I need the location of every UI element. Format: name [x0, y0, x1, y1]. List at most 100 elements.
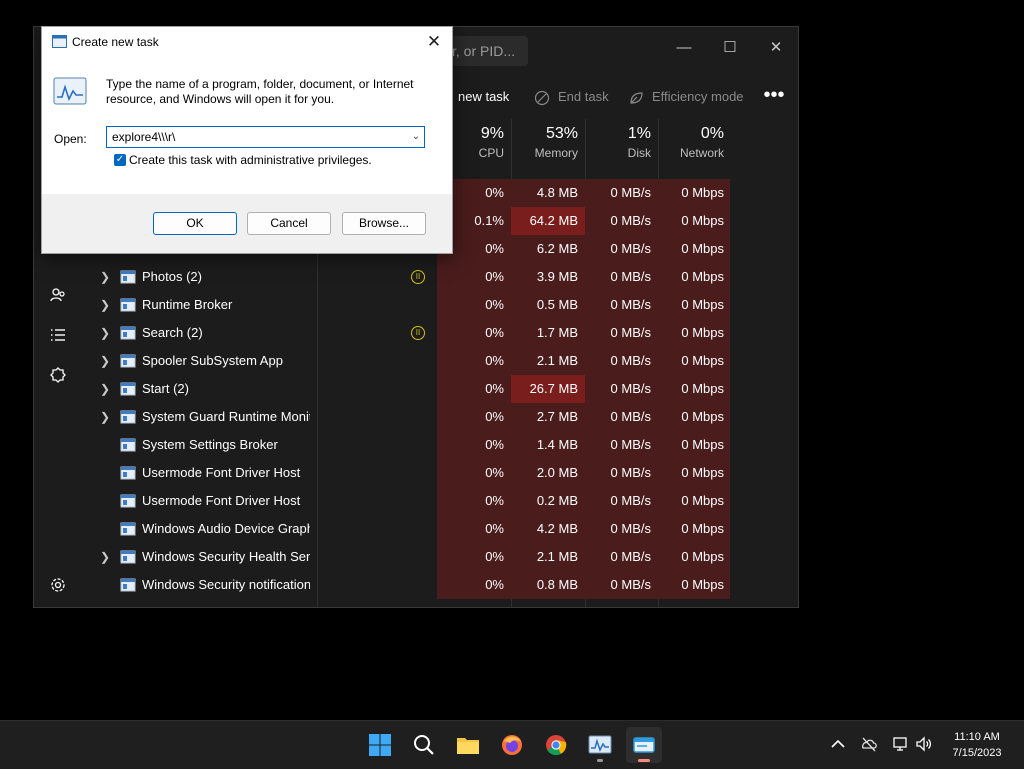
table-row[interactable]: Usermode Font Driver Host 0% 0.2 MB 0 MB/s 0…	[82, 487, 798, 515]
memory-value: 0.2 MB	[536, 493, 578, 508]
file-explorer-button[interactable]	[450, 727, 486, 763]
open-label: Open:	[54, 132, 87, 146]
network-value: 0 Mbps	[681, 297, 724, 312]
run-new-task-button[interactable]: new task	[458, 75, 509, 119]
memory-label: Memory	[534, 146, 578, 160]
firefox-icon	[502, 735, 522, 755]
settings-icon[interactable]	[46, 573, 70, 597]
maximize-button[interactable]: ☐	[707, 33, 753, 63]
task-manager-icon	[53, 77, 87, 105]
process-name: Start (2)	[142, 381, 189, 396]
disk-value: 0 MB/s	[610, 185, 651, 200]
clock[interactable]: 11:10 AM 7/15/2023	[944, 729, 1010, 761]
table-row[interactable]: ❯ Windows Security Health Servi... 0% 2.1 M…	[82, 543, 798, 571]
network-value: 0 Mbps	[681, 269, 724, 284]
chrome-button[interactable]	[538, 727, 574, 763]
end-task-button[interactable]: End task	[534, 75, 609, 119]
services-icon[interactable]	[46, 363, 70, 387]
task-manager-icon	[588, 735, 612, 754]
start-button[interactable]	[362, 727, 398, 763]
search-icon	[414, 735, 434, 755]
users-icon[interactable]	[46, 283, 70, 307]
volume-icon[interactable]	[915, 735, 933, 753]
cpu-value: 0%	[485, 241, 504, 256]
network-value: 0 Mbps	[681, 493, 724, 508]
table-row[interactable]: ❯ System Guard Runtime Monit... 0% 2.7 MB 0 …	[82, 403, 798, 431]
process-name: System Guard Runtime Monit...	[142, 409, 310, 424]
cancel-button[interactable]: Cancel	[247, 212, 331, 235]
chevron-right-icon[interactable]: ❯	[100, 403, 114, 431]
dialog-close-button[interactable]: ✕	[422, 30, 446, 54]
ok-button[interactable]: OK	[153, 212, 237, 235]
chrome-icon	[546, 735, 567, 756]
network-value: 0 Mbps	[681, 577, 724, 592]
disk-value: 0 MB/s	[610, 437, 651, 452]
memory-value: 1.4 MB	[536, 437, 578, 452]
leaf-icon	[630, 91, 643, 104]
admin-privileges-label[interactable]: Create this task with administrative pri…	[129, 153, 372, 167]
onedrive-offline-icon[interactable]	[860, 735, 878, 753]
cpu-value: 0%	[485, 353, 504, 368]
column-header-network[interactable]: 0% Network	[658, 124, 724, 172]
process-icon	[120, 438, 136, 452]
network-value: 0 Mbps	[681, 465, 724, 480]
cpu-value: 0%	[485, 493, 504, 508]
table-row[interactable]: Windows Security notification... 0% 0.8 MB…	[82, 571, 798, 599]
table-row[interactable]: ❯ Start (2) 0% 26.7 MB 0 MB/s 0 Mbps	[82, 375, 798, 403]
process-name: Search (2)	[142, 325, 203, 340]
cpu-value: 0%	[485, 325, 504, 340]
network-value: 0 Mbps	[681, 325, 724, 340]
process-icon	[120, 522, 136, 536]
process-name: Usermode Font Driver Host	[142, 465, 301, 480]
table-row[interactable]: Windows Audio Device Graph ... 0% 4.2 MB 0 …	[82, 515, 798, 543]
disk-value: 0 MB/s	[610, 241, 651, 256]
memory-value: 2.1 MB	[536, 549, 578, 564]
disk-value: 0 MB/s	[610, 269, 651, 284]
memory-value: 2.0 MB	[536, 465, 578, 480]
process-name: Runtime Broker	[142, 297, 233, 312]
firefox-button[interactable]	[494, 727, 530, 763]
network-value: 0 Mbps	[681, 437, 724, 452]
column-header-memory[interactable]: 53% Memory	[511, 124, 578, 172]
chevron-right-icon[interactable]: ❯	[100, 543, 114, 571]
more-options-button[interactable]: •••	[762, 75, 786, 119]
process-icon	[120, 494, 136, 508]
admin-privileges-checkbox[interactable]: ✓	[114, 154, 126, 166]
open-field[interactable]: explore4\\\r\ ⌄	[106, 126, 425, 148]
table-row[interactable]: ❯ Photos (2) II 0% 3.9 MB 0 MB/s 0 Mbps	[82, 263, 798, 291]
chevron-right-icon[interactable]: ❯	[100, 291, 114, 319]
disk-value: 0 MB/s	[610, 381, 651, 396]
cpu-value: 0%	[485, 549, 504, 564]
chevron-right-icon[interactable]: ❯	[100, 375, 114, 403]
search-button[interactable]	[406, 727, 442, 763]
cpu-value: 0%	[485, 437, 504, 452]
details-icon[interactable]	[46, 323, 70, 347]
process-name: Windows Security notification...	[142, 577, 310, 592]
column-header-disk[interactable]: 1% Disk	[585, 124, 651, 172]
network-icon[interactable]	[892, 735, 910, 753]
memory-value: 4.8 MB	[536, 185, 578, 200]
table-row[interactable]: System Settings Broker 0% 1.4 MB 0 MB/s 0 Mb…	[82, 431, 798, 459]
process-icon	[120, 298, 136, 312]
chevron-down-icon[interactable]: ⌄	[412, 127, 420, 147]
close-button[interactable]: ✕	[753, 33, 798, 63]
column-header-cpu[interactable]: 9% CPU	[447, 124, 504, 172]
efficiency-mode-button[interactable]: Efficiency mode	[628, 75, 744, 119]
process-icon	[120, 326, 136, 340]
table-row[interactable]: ❯ Runtime Broker 0% 0.5 MB 0 MB/s 0 Mbps	[82, 291, 798, 319]
cpu-label: CPU	[478, 146, 504, 160]
browse-button[interactable]: Browse...	[342, 212, 426, 235]
chevron-right-icon[interactable]: ❯	[100, 263, 114, 291]
paused-status-icon: II	[411, 270, 425, 284]
chevron-up-icon[interactable]	[829, 735, 847, 753]
task-manager-taskbar-button[interactable]	[582, 727, 618, 763]
table-row[interactable]: ❯ Spooler SubSystem App 0% 2.1 MB 0 MB/s 0 Mb…	[82, 347, 798, 375]
run-dialog-taskbar-button[interactable]	[626, 727, 662, 763]
chevron-right-icon[interactable]: ❯	[100, 347, 114, 375]
create-new-task-dialog: Create new task ✕ Type the name of a pro…	[41, 26, 453, 254]
disk-value: 0 MB/s	[610, 325, 651, 340]
chevron-right-icon[interactable]: ❯	[100, 319, 114, 347]
table-row[interactable]: ❯ Search (2) II 0% 1.7 MB 0 MB/s 0 Mbps	[82, 319, 798, 347]
minimize-button[interactable]: —	[661, 33, 707, 63]
table-row[interactable]: Usermode Font Driver Host 0% 2.0 MB 0 MB/s 0…	[82, 459, 798, 487]
